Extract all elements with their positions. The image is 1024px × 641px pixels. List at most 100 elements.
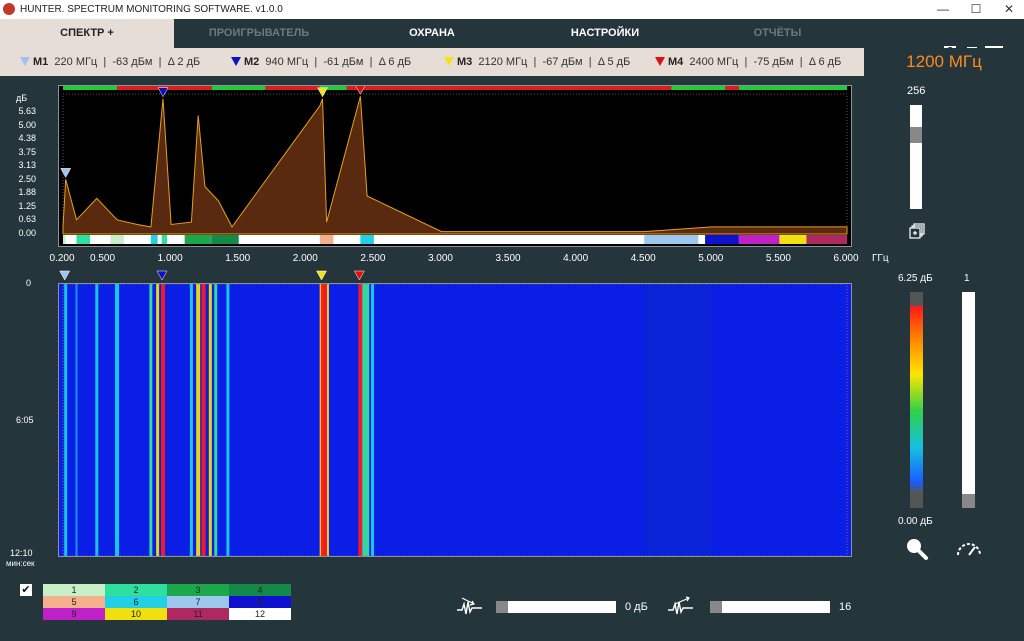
marker-triangle-icon xyxy=(444,57,454,66)
band-strip-segment xyxy=(76,235,91,244)
spectrum-panel[interactable] xyxy=(58,85,852,247)
waterfall-marker-row xyxy=(59,270,365,281)
spectrum-y-tick: 3.13 xyxy=(18,160,36,170)
maximize-button[interactable]: ☐ xyxy=(961,0,991,19)
palette-band-4[interactable]: 4 xyxy=(229,584,291,596)
spectrum-x-tick: 1.000 xyxy=(157,253,183,264)
palette-band-7[interactable]: 7 xyxy=(167,596,229,608)
palette-band-1[interactable]: 1 xyxy=(43,584,105,596)
speedometer-icon[interactable] xyxy=(955,537,983,561)
band-strip-segment xyxy=(161,235,168,244)
marker-triangle-icon xyxy=(655,57,665,66)
waterfall-signal-line xyxy=(156,284,160,556)
averaging-slider[interactable] xyxy=(710,601,830,613)
slider-thumb[interactable] xyxy=(710,601,722,613)
palette-band-10[interactable]: 10 xyxy=(105,608,167,620)
waterfall-signal-line xyxy=(189,284,193,556)
app-logo-icon xyxy=(3,3,15,15)
spectrum-y-tick: 4.38 xyxy=(18,133,36,143)
magnifier-icon[interactable] xyxy=(905,537,929,561)
marker-name: M1 xyxy=(33,56,49,68)
palette-band-8[interactable]: 8 xyxy=(229,596,291,608)
scale-top-label: 6.25 дБ xyxy=(898,273,933,284)
palette-band-6[interactable]: 6 xyxy=(105,596,167,608)
waterfall-y-tick-2: 12:10 xyxy=(10,548,33,558)
max-value-slider[interactable] xyxy=(910,105,922,209)
title-bar: HUNTER. SPECTRUM MONITORING SOFTWARE. v1… xyxy=(0,0,1024,19)
band-strip-segment xyxy=(63,235,66,244)
waterfall-signal-line xyxy=(358,284,363,556)
palette-band-3[interactable]: 3 xyxy=(167,584,229,596)
slider-thumb[interactable] xyxy=(962,494,975,508)
waterfall-marker-4[interactable] xyxy=(353,270,365,281)
max-value-label: 256 xyxy=(907,85,926,97)
palette-band-12[interactable]: 12 xyxy=(229,608,291,620)
waterfall-marker-2[interactable] xyxy=(156,270,168,281)
separator: | xyxy=(738,56,754,68)
spectrum-x-tick: 3.500 xyxy=(495,253,521,264)
waterfall-signal-line xyxy=(75,284,78,556)
palette-checkbox[interactable]: ✔ xyxy=(20,584,32,596)
marker-delta: Δ 5 дБ xyxy=(597,56,631,68)
separator: | xyxy=(527,56,543,68)
slider-thumb[interactable] xyxy=(910,127,922,143)
separator: | xyxy=(97,56,113,68)
spectrum-x-tick: 0.200 xyxy=(49,253,75,264)
tab-reports[interactable]: ОТЧЁТЫ xyxy=(690,19,865,48)
palette-band-11[interactable]: 11 xyxy=(167,608,229,620)
waterfall-signal-line xyxy=(149,284,153,556)
layers-icon[interactable] xyxy=(908,222,926,240)
waterfall-signal-line xyxy=(115,284,120,556)
close-button[interactable]: ✕ xyxy=(994,0,1024,19)
marker-readout-3[interactable]: M3 2120 МГц | -67 дБм | Δ 5 дБ xyxy=(444,56,630,68)
spectrum-marker-2 xyxy=(157,87,169,98)
center-frequency: 1200 МГц xyxy=(864,48,1024,76)
waterfall-marker-1[interactable] xyxy=(59,270,71,281)
gain-slider[interactable] xyxy=(496,601,616,613)
waterfall-marker-3[interactable] xyxy=(316,270,327,281)
activity-strip-segment xyxy=(63,86,118,90)
band-strip-segment xyxy=(644,235,699,244)
marker-level: -63 дБм xyxy=(112,56,153,68)
intensity-slider[interactable] xyxy=(962,292,975,508)
tab-security[interactable]: ОХРАНА xyxy=(344,19,520,48)
waterfall-signal-line xyxy=(196,284,201,556)
spectrum-x-tick: 0.500 xyxy=(90,253,116,264)
marker-level: -61 дБм xyxy=(323,56,364,68)
waterfall-panel[interactable] xyxy=(58,283,852,557)
minimize-button[interactable]: — xyxy=(928,0,958,19)
waterfall-y-unit: мин:сек xyxy=(6,559,35,568)
marker-readout-2[interactable]: M2 940 МГц | -61 дБм | Δ 6 дБ xyxy=(231,56,411,68)
marker-readout-1[interactable]: M1 220 МГц | -63 дБм | Δ 2 дБ xyxy=(20,56,200,68)
tab-bar: СПЕКТР + ПРОИГРЫВАТЕЛЬ ОХРАНА НАСТРОЙКИ … xyxy=(0,19,1024,58)
signal-up-icon[interactable] xyxy=(667,596,695,618)
waterfall-signal-line xyxy=(64,284,68,556)
waterfall-signal-line xyxy=(208,284,212,556)
tab-spectrum[interactable]: СПЕКТР + xyxy=(0,19,174,48)
palette-band-5[interactable]: 5 xyxy=(43,596,105,608)
waterfall-signal-line xyxy=(371,284,375,556)
palette-band-2[interactable]: 2 xyxy=(105,584,167,596)
marker-frequency: 2120 МГц xyxy=(478,56,528,68)
waterfall-chart xyxy=(62,284,848,556)
activity-strip-segment xyxy=(725,86,739,90)
signal-down-icon[interactable] xyxy=(456,596,484,618)
tab-settings[interactable]: НАСТРОЙКИ xyxy=(520,19,690,48)
spectrum-x-tick: 6.000 xyxy=(833,253,859,264)
separator: | xyxy=(793,56,809,68)
spectrum-x-tick: 4.000 xyxy=(563,253,589,264)
tab-player[interactable]: ПРОИГРЫВАТЕЛЬ xyxy=(174,19,344,48)
palette-band-9[interactable]: 9 xyxy=(43,608,105,620)
band-strip-segment xyxy=(110,235,124,244)
waterfall-signal-line xyxy=(226,284,230,556)
marker-triangle-icon xyxy=(231,57,241,66)
band-strip-segment xyxy=(360,235,374,244)
marker-frequency: 940 МГц xyxy=(265,56,309,68)
spectrum-chart xyxy=(60,86,848,244)
spectrum-y-tick: 2.50 xyxy=(18,173,36,184)
marker-delta: Δ 2 дБ xyxy=(167,56,201,68)
marker-name: M4 xyxy=(668,56,684,68)
marker-readout-4[interactable]: M4 2400 МГц | -75 дБм | Δ 6 дБ xyxy=(655,56,841,68)
slider-thumb[interactable] xyxy=(496,601,508,613)
color-scale-bar[interactable] xyxy=(910,292,923,508)
